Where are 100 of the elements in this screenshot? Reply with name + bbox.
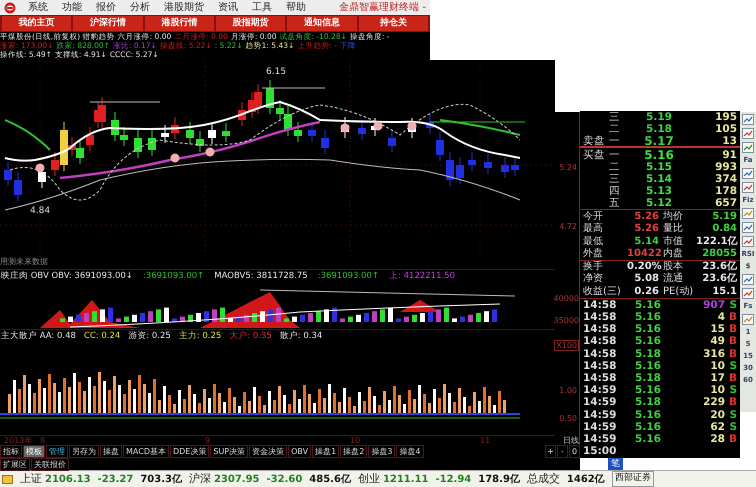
toolbar-tab[interactable]: OBV	[288, 445, 312, 458]
index-change: -23.27	[98, 472, 134, 486]
menu-item[interactable]: 港股期货	[164, 0, 204, 15]
nav-tab[interactable]: 沪深行情	[73, 16, 143, 31]
candlestick	[148, 130, 156, 156]
line-chart-icon[interactable]	[742, 114, 754, 125]
indicator-value: 主大散户 AA: 0.48	[1, 330, 76, 343]
trade-price: 5.18	[634, 396, 662, 408]
stat-value: 5.19	[711, 210, 737, 222]
candlestick	[161, 124, 169, 144]
menu-item[interactable]: 帮助	[286, 0, 306, 15]
stat-label: 最高	[583, 223, 604, 235]
candlestick	[308, 122, 316, 142]
signal-marker	[206, 148, 214, 156]
nav-tab[interactable]: 我的主页	[2, 16, 72, 31]
nav-tab[interactable]: 股指期货	[216, 16, 286, 31]
trade-side: B	[728, 323, 737, 336]
index-value: 2307.95	[214, 472, 260, 486]
stat-label: 流通	[663, 273, 684, 285]
trade-price: 5.16	[634, 420, 662, 433]
index-value: 1211.11	[382, 472, 428, 486]
trade-volume: 907	[702, 298, 725, 311]
zoom-button[interactable]: +	[545, 445, 556, 458]
nav-tab[interactable]: 港股行情	[144, 16, 214, 31]
menu-item[interactable]: 功能	[62, 0, 82, 15]
indicator-value: 主力: 0.25	[178, 330, 222, 343]
toolbar-tab[interactable]: DDE决策	[170, 445, 210, 458]
toolbar-tab[interactable]: SUP决策	[210, 445, 248, 458]
index-name: 沪深	[188, 470, 211, 487]
stat-label: PE(动)	[663, 286, 694, 298]
candlestick	[436, 132, 444, 162]
toolbar-tab[interactable]: 操盘4	[396, 445, 424, 458]
index-amount: 178.9亿	[478, 472, 520, 486]
trade-price: 5.16	[634, 384, 662, 396]
nav-tab[interactable]: 通知信息	[287, 16, 357, 31]
trend-line	[4, 119, 51, 151]
signal-marker	[170, 154, 180, 162]
trade-side: S	[728, 360, 737, 372]
order-price: 5.13	[645, 185, 673, 198]
zoom-button[interactable]: 0	[569, 445, 580, 458]
stat-value: 5.26	[633, 223, 659, 235]
menu-item[interactable]: 分析	[130, 0, 150, 15]
stat-label: 内盘	[663, 248, 684, 260]
candlestick	[171, 116, 179, 140]
toolbar-tab[interactable]: 操盘	[100, 445, 122, 458]
logo-icon	[4, 2, 16, 14]
trade-volume: 28	[709, 432, 725, 445]
candlestick	[186, 122, 194, 144]
trade-price: 5.16	[634, 335, 662, 348]
toolbar-tab[interactable]: 操盘1	[312, 445, 340, 458]
trade-time: 14:59	[583, 420, 618, 433]
trade-side: S	[728, 384, 737, 396]
tick-detail-tab[interactable]: 笔	[608, 458, 623, 470]
order-price: 5.16	[643, 148, 675, 161]
line-chart-icon[interactable]	[742, 222, 754, 233]
stat-value: 23.6亿	[701, 273, 737, 285]
toolbar-tab[interactable]: 资金决策	[249, 445, 288, 458]
toolbar-tab[interactable]: 操盘2	[340, 445, 368, 458]
trade-volume: 15	[709, 323, 725, 336]
menu-item[interactable]: 工具	[252, 0, 272, 15]
trade-price: 5.16	[634, 360, 662, 372]
trade-price: 5.16	[634, 432, 662, 445]
line-chart-icon[interactable]	[742, 168, 754, 179]
trade-volume: 316	[702, 348, 725, 360]
trade-side: B	[728, 348, 737, 360]
nav-tab[interactable]: 持仓关	[358, 16, 428, 31]
toolbar-tab[interactable]: 模板	[23, 445, 45, 458]
stat-label: 外盘	[583, 248, 604, 260]
toolbar-tab[interactable]: MACD基本	[123, 445, 169, 458]
index-amount: 703.3亿	[140, 472, 182, 486]
period-label: 日线	[563, 435, 579, 447]
zoom-button[interactable]: -	[557, 445, 568, 458]
trade-time: 14:58	[583, 311, 618, 324]
trade-volume: 4	[716, 311, 725, 324]
toolbar-tab[interactable]: 另存为	[69, 445, 99, 458]
toolbar-tab[interactable]: 指标	[0, 445, 22, 458]
signal-marker	[36, 164, 44, 172]
line-chart-icon[interactable]	[742, 274, 754, 285]
stat-value: 0.84	[711, 223, 737, 235]
bottom-tab[interactable]: 关联报价	[31, 458, 69, 470]
stat-label: 最低	[583, 236, 604, 248]
bottom-tab[interactable]: 扩展区	[0, 458, 30, 470]
toolbar-tab[interactable]: 操盘3	[368, 445, 396, 458]
folder-icon[interactable]	[2, 474, 13, 484]
menu-item[interactable]: 报价	[96, 0, 116, 15]
menu-item[interactable]: 资讯	[218, 0, 238, 15]
trade-time: 14:59	[583, 432, 618, 445]
trade-side: S	[728, 298, 737, 311]
menu-item[interactable]: 系统	[28, 0, 48, 15]
indicator-value: MAOBV5: 3811728.75	[214, 270, 308, 283]
order-side-label: 买盘	[583, 148, 606, 161]
stat-label: 净资	[583, 273, 604, 285]
indicator-value: 散户: 0.34	[280, 330, 322, 343]
order-level-label: 三	[609, 111, 621, 124]
date-label: 2013年	[4, 436, 32, 445]
index-amount: 485.6亿	[309, 472, 351, 486]
toolbar-tab[interactable]: 管理	[46, 445, 68, 458]
trade-volume: 62	[709, 420, 725, 433]
candlestick	[446, 152, 454, 186]
order-level-label: 三	[609, 173, 621, 186]
